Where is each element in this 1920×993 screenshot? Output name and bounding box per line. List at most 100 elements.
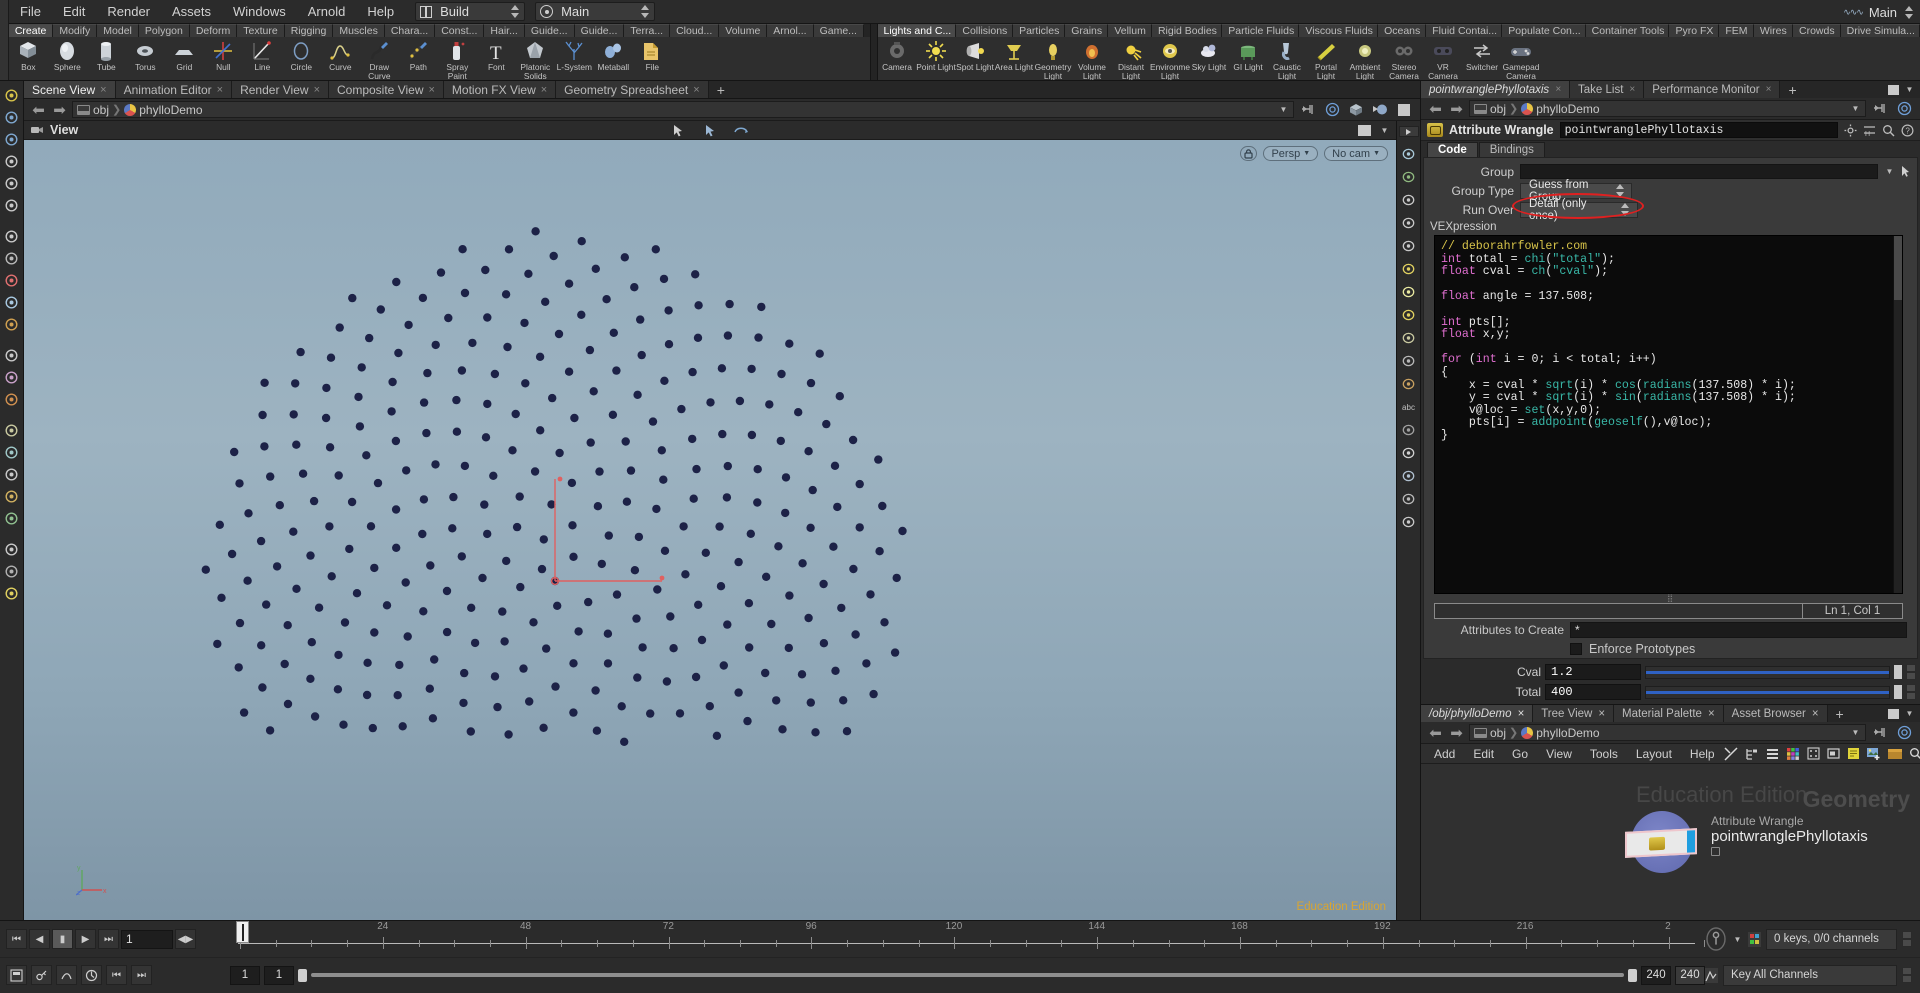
net-tab-material-palette[interactable]: Material Palette× [1614, 705, 1724, 722]
material-sphere-icon[interactable] [1370, 101, 1390, 118]
shelf-tab-cloud[interactable]: Cloud... [670, 24, 719, 37]
key-light-icon[interactable] [1399, 305, 1419, 325]
paint-tool-icon[interactable] [2, 389, 22, 409]
shelf-tool-tube[interactable]: Tube [87, 38, 126, 72]
keyframe-icon[interactable]: H [1863, 124, 1876, 137]
lock-camera-icon[interactable] [1399, 190, 1419, 210]
tab-bindings[interactable]: Bindings [1479, 142, 1545, 157]
shelf-tab-guide[interactable]: Guide... [525, 24, 575, 37]
breadcrumb[interactable]: obj ❯ phylloDemo ▼ [72, 101, 1294, 118]
menu-help[interactable]: Help [356, 0, 405, 24]
close-icon[interactable]: × [1629, 84, 1635, 95]
group-dropdown-icon[interactable]: ▼ [1884, 164, 1895, 179]
cval-slider-handle[interactable] [1894, 665, 1902, 679]
close-icon[interactable]: × [541, 84, 547, 96]
net-tab-tree-view[interactable]: Tree View× [1533, 705, 1614, 722]
shelf-divider[interactable] [870, 24, 878, 80]
shelf-tool-vr-camera[interactable]: VR Camera [1424, 38, 1463, 80]
shelf-tab-const[interactable]: Const... [435, 24, 484, 37]
grid-snap-icon[interactable] [1807, 747, 1820, 760]
sticky-note-icon[interactable] [1847, 747, 1860, 760]
viewport-scroll-button[interactable] [1399, 126, 1419, 137]
shelf-tab-crowds[interactable]: Crowds [1793, 24, 1841, 37]
network-node-attribute-wrangle[interactable] [1631, 811, 1693, 873]
run-over-spinner[interactable] [1619, 202, 1629, 217]
breadcrumb-obj[interactable]: obj [93, 103, 109, 117]
shelf-tab-hair[interactable]: Hair... [484, 24, 524, 37]
shelf-tool-grid[interactable]: Grid [165, 38, 204, 72]
shelf-tab-model[interactable]: Model [97, 24, 139, 37]
light-tool-icon[interactable] [2, 583, 22, 603]
code-scrollbar[interactable] [1893, 236, 1902, 593]
curve-tool-icon[interactable] [2, 420, 22, 440]
panel-maximize-icon[interactable] [1888, 85, 1899, 95]
net-add-tab-button[interactable]: + [1828, 705, 1852, 722]
menu-file[interactable]: File [9, 0, 52, 24]
shelf-tool-portal-light[interactable]: Portal Light [1307, 38, 1346, 80]
shelf-tool-draw-curve[interactable]: Draw Curve [360, 38, 399, 80]
range-end-field2[interactable]: 240 [1675, 966, 1705, 985]
snap-display-icon[interactable] [1399, 466, 1419, 486]
node-display-flag[interactable] [1687, 830, 1695, 852]
geometry-cube-icon[interactable] [1346, 101, 1366, 118]
shelf-tool-ambient-light[interactable]: Ambient Light [1346, 38, 1385, 80]
forward-arrow-icon[interactable]: ➡ [51, 102, 68, 117]
shelf-tab-guide[interactable]: Guide... [575, 24, 625, 37]
snap-tool-icon[interactable] [2, 270, 22, 290]
shelf-tool-environment-light[interactable]: Environment Light [1151, 38, 1190, 80]
network-search-icon[interactable] [1909, 747, 1920, 760]
param-tab-pointwranglephyllotaxis[interactable]: pointwranglePhyllotaxis× [1421, 81, 1570, 98]
shelf-tab-polygon[interactable]: Polygon [139, 24, 190, 37]
shelf-tool-l-system[interactable]: L-System [555, 38, 594, 72]
display-options-icon[interactable] [1399, 144, 1419, 164]
edit-tool-icon[interactable] [2, 345, 22, 365]
network-box-icon[interactable] [1827, 747, 1840, 760]
environment-display-icon[interactable] [1399, 351, 1419, 371]
code-resize-grip[interactable]: ⣿ [1424, 594, 1917, 601]
net-menu-help[interactable]: Help [1681, 744, 1724, 764]
flipbook-icon[interactable] [1399, 512, 1419, 532]
viewport-menu-icon[interactable]: ▼ [1379, 123, 1390, 138]
param-pin-icon[interactable] [1870, 100, 1890, 117]
tab-scene-view[interactable]: Scene View× [24, 81, 116, 98]
add-image-icon[interactable] [1867, 747, 1881, 760]
shelf-tab-wires[interactable]: Wires [1754, 24, 1793, 37]
lock-tool-icon[interactable] [2, 248, 22, 268]
viewport-name-spinner[interactable] [1903, 5, 1914, 20]
shelf-tab-particles[interactable]: Particles [1013, 24, 1065, 37]
shelf-tool-point-light[interactable]: Point Light [917, 38, 956, 72]
search-icon[interactable] [1882, 124, 1895, 137]
shelf-tab-modify[interactable]: Modify [53, 24, 97, 37]
playback-mode-icon[interactable] [81, 965, 102, 985]
shelf-tool-line[interactable]: Line [243, 38, 282, 72]
net-tab-obj-phyllodemo[interactable]: /obj/phylloDemo× [1421, 705, 1533, 722]
shelf-tab-arnol[interactable]: Arnol... [767, 24, 813, 37]
total-value[interactable]: 400 [1545, 684, 1641, 700]
param-tab-take-list[interactable]: Take List× [1570, 81, 1644, 98]
shelf-tool-curve[interactable]: Curve [321, 38, 360, 72]
breadcrumb-phyllodemo[interactable]: phylloDemo [139, 103, 202, 117]
shelf-tab-terra[interactable]: Terra... [624, 24, 670, 37]
display-flag-icon[interactable] [1322, 101, 1342, 118]
shelf-tab-viscous-fluids[interactable]: Viscous Fluids [1299, 24, 1378, 37]
shelf-tool-stereo-camera[interactable]: Stereo Camera [1385, 38, 1424, 80]
network-canvas[interactable]: Education Edition Geometry Attribute Wra… [1421, 764, 1920, 920]
range-start-field2[interactable]: 1 [264, 966, 294, 985]
select-tool-icon[interactable] [2, 107, 22, 127]
uv-tool-icon[interactable] [2, 508, 22, 528]
fill-light-icon[interactable] [1399, 328, 1419, 348]
sculpt-tool-icon[interactable] [2, 367, 22, 387]
tab-animation-editor[interactable]: Animation Editor× [116, 81, 232, 98]
net-menu-go[interactable]: Go [1503, 744, 1537, 764]
shading-mode-icon[interactable] [1399, 236, 1419, 256]
menu-assets[interactable]: Assets [161, 0, 222, 24]
attributes-to-create-input[interactable]: * [1570, 622, 1907, 638]
code-scrollbar-thumb[interactable] [1894, 236, 1903, 300]
cval-value[interactable]: 1.2 [1545, 664, 1641, 680]
close-icon[interactable]: × [1812, 708, 1819, 720]
headlight-icon[interactable] [1399, 282, 1419, 302]
shelf-grip-left[interactable] [0, 24, 9, 80]
pin-icon[interactable] [1298, 101, 1318, 118]
viewport-layout-icon[interactable] [1358, 125, 1371, 136]
net-panel-maximize-icon[interactable] [1888, 709, 1899, 719]
